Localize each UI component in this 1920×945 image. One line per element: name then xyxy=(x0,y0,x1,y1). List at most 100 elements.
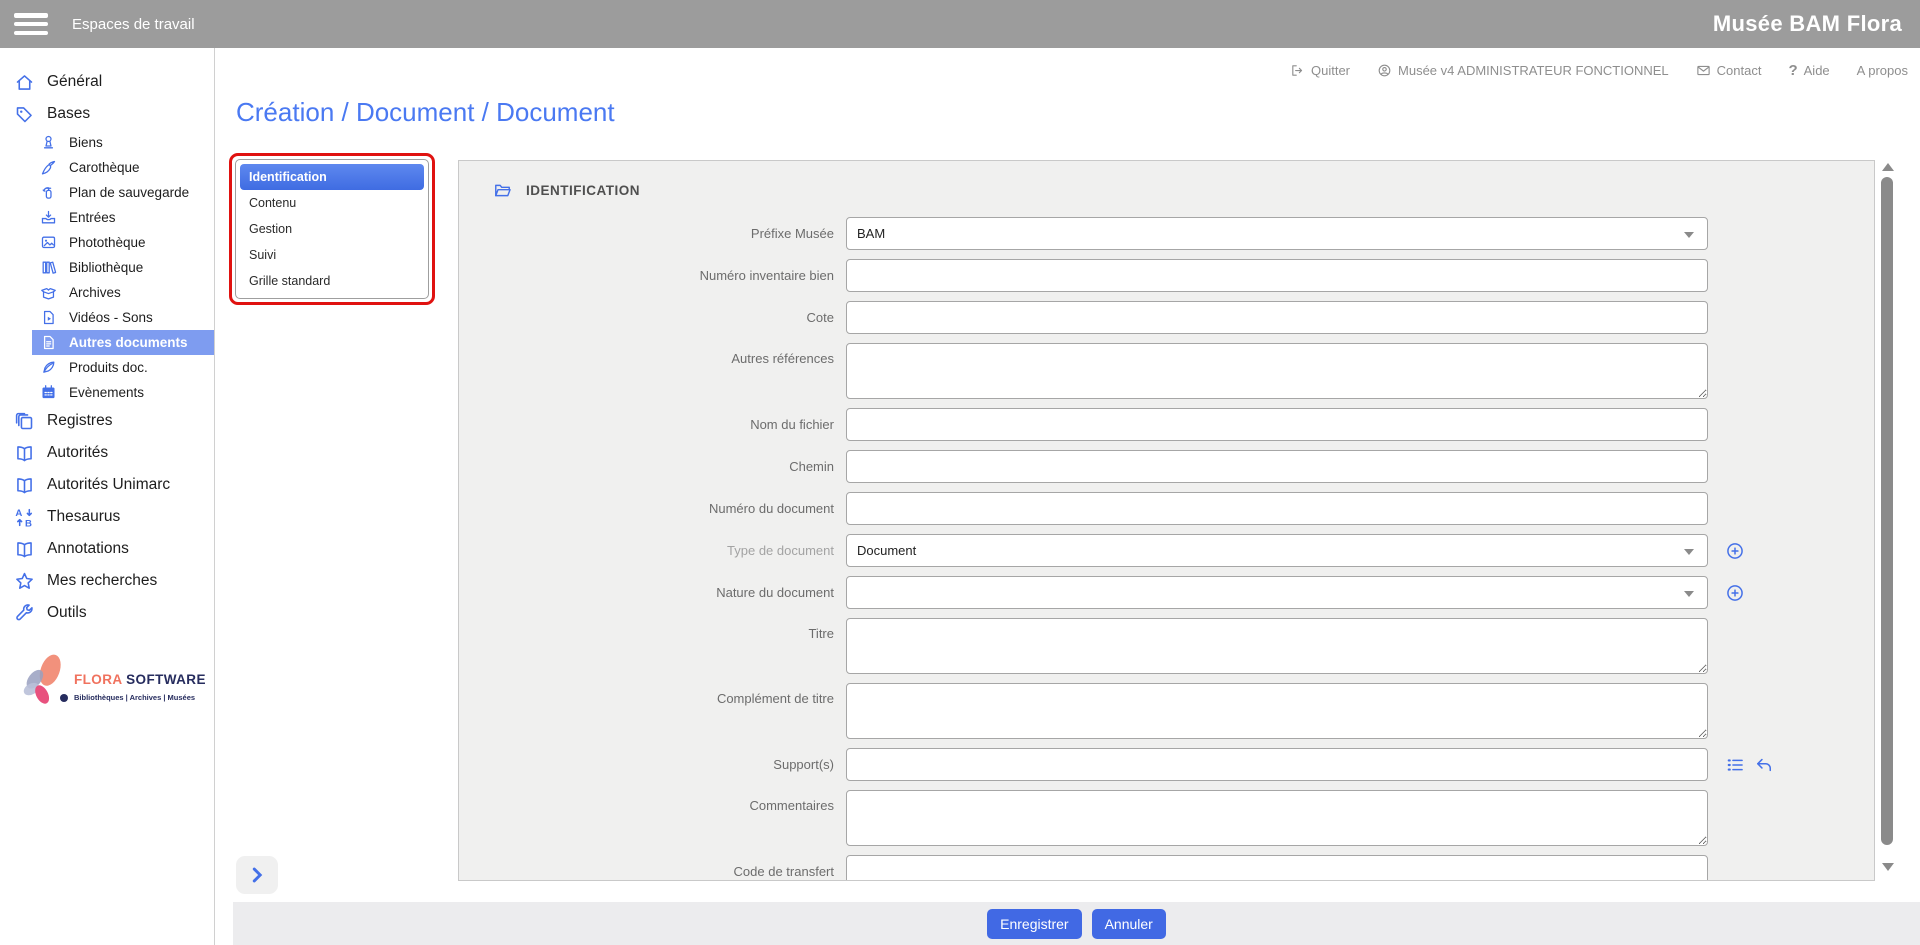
sidebar-item-phototheque[interactable]: Photothèque xyxy=(0,230,214,255)
carrot-icon xyxy=(40,159,57,176)
toolbar-item-a-propos[interactable]: A propos xyxy=(1857,63,1908,78)
sidebar-nav: Général Bases Biens CarothèquePlan de sauve… xyxy=(0,48,214,629)
tab-contenu[interactable]: Contenu xyxy=(240,190,424,216)
field-row-complement-de-titre: Complément de titre xyxy=(459,683,1874,739)
sidebar-item-label: Registres xyxy=(47,412,112,430)
field-textarea-autres-references[interactable] xyxy=(846,343,1708,399)
footer-bar: Enregistrer Annuler xyxy=(233,902,1920,945)
scroll-down-icon[interactable] xyxy=(1882,863,1894,871)
file-lines-icon xyxy=(40,334,57,351)
sidebar-item-outils[interactable]: Outils xyxy=(0,597,214,629)
copies-icon xyxy=(14,411,35,432)
field-row-support-s: Support(s) xyxy=(459,748,1874,781)
undo-button[interactable] xyxy=(1754,755,1774,775)
field-value: BAM xyxy=(857,226,885,241)
topbar: Espaces de travail Musée BAM Flora xyxy=(0,0,1920,48)
field-label-nature-du-document: Nature du document xyxy=(459,585,834,600)
file-play-icon xyxy=(40,309,57,326)
inbox-down-icon xyxy=(40,209,57,226)
logo-tagline: Bibliothèques | Archives | Musées xyxy=(74,693,195,702)
sidebar-item-label: Thesaurus xyxy=(47,508,120,526)
sidebar-item-autorites[interactable]: Autorités xyxy=(0,437,214,469)
field-label-complement-de-titre: Complément de titre xyxy=(459,683,834,706)
sidebar-item-archives[interactable]: Archives xyxy=(0,280,214,305)
field-select-type-de-document[interactable]: Document xyxy=(846,534,1708,567)
vertical-scrollbar[interactable] xyxy=(1880,160,1896,881)
sidebar-item-plan-de-sauvegarde[interactable]: Plan de sauvegarde xyxy=(0,180,214,205)
butterfly-logo-icon xyxy=(16,648,70,714)
save-button[interactable]: Enregistrer xyxy=(987,909,1081,939)
sidebar-item-general[interactable]: Général xyxy=(0,66,214,98)
sort-alpha-icon: AB xyxy=(14,507,35,528)
list-button[interactable] xyxy=(1725,755,1745,775)
scrollbar-thumb[interactable] xyxy=(1881,177,1893,845)
star-icon xyxy=(14,571,35,592)
sidebar-item-label: Entrées xyxy=(69,210,116,225)
toolbar-item-musee-v4-administrateur-fonctionnel[interactable]: Musée v4 ADMINISTRATEUR FONCTIONNEL xyxy=(1377,63,1669,78)
sidebar-item-label: Autorités Unimarc xyxy=(47,476,170,494)
field-textarea-titre[interactable] xyxy=(846,618,1708,674)
sidebar-item-autorites-unimarc[interactable]: Autorités Unimarc xyxy=(0,469,214,501)
cancel-button[interactable]: Annuler xyxy=(1092,909,1166,939)
sidebar-item-label: Biens xyxy=(69,135,103,150)
section-title: IDENTIFICATION xyxy=(526,183,640,198)
sidebar-item-entrees[interactable]: Entrées xyxy=(0,205,214,230)
scroll-up-icon[interactable] xyxy=(1882,163,1894,171)
field-select-nature-du-document[interactable] xyxy=(846,576,1708,609)
field-label-numero-du-document: Numéro du document xyxy=(459,501,834,516)
sidebar-item-annotations[interactable]: Annotations xyxy=(0,533,214,565)
field-input-cote[interactable] xyxy=(846,301,1708,334)
sidebar-item-mes-recherches[interactable]: Mes recherches xyxy=(0,565,214,597)
expand-panel-button[interactable] xyxy=(236,856,278,894)
field-input-chemin[interactable] xyxy=(846,450,1708,483)
chevron-down-icon xyxy=(1684,549,1694,555)
identification-form-panel: IDENTIFICATION Préfixe MuséeBAMNuméro in… xyxy=(458,160,1875,881)
toolbar-item-quitter[interactable]: Quitter xyxy=(1290,63,1350,78)
quill-icon xyxy=(40,359,57,376)
field-row-nature-du-document: Nature du document xyxy=(459,576,1874,609)
field-row-titre: Titre xyxy=(459,618,1874,674)
sidebar-item-produits-doc[interactable]: Produits doc. xyxy=(0,355,214,380)
workspace-label: Espaces de travail xyxy=(72,16,195,33)
sidebar-item-bibliotheque[interactable]: Bibliothèque xyxy=(0,255,214,280)
field-label-support-s: Support(s) xyxy=(459,757,834,772)
sidebar-item-label: Mes recherches xyxy=(47,572,157,590)
tab-identification[interactable]: Identification xyxy=(240,164,424,190)
tab-grille-standard[interactable]: Grille standard xyxy=(240,268,424,294)
sidebar-item-autres-documents[interactable]: Autres documents xyxy=(32,330,214,355)
field-textarea-complement-de-titre[interactable] xyxy=(846,683,1708,739)
sidebar-item-biens[interactable]: Biens xyxy=(0,130,214,155)
envelope-icon xyxy=(1696,63,1711,78)
field-row-numero-du-document: Numéro du document xyxy=(459,492,1874,525)
sidebar-item-thesaurus[interactable]: AB Thesaurus xyxy=(0,501,214,533)
field-input-numero-du-document[interactable] xyxy=(846,492,1708,525)
chevron-down-icon xyxy=(1684,232,1694,238)
sidebar-item-videos-sons[interactable]: Vidéos - Sons xyxy=(0,305,214,330)
field-select-prefixe-musee[interactable]: BAM xyxy=(846,217,1708,250)
exit-icon xyxy=(1290,63,1305,78)
sidebar-item-carotheque[interactable]: Carothèque xyxy=(0,155,214,180)
tab-gestion[interactable]: Gestion xyxy=(240,216,424,242)
hamburger-menu-icon[interactable] xyxy=(14,13,48,35)
field-textarea-commentaires[interactable] xyxy=(846,790,1708,846)
add-type-de-document-button[interactable] xyxy=(1725,541,1745,561)
sidebar-item-label: Bases xyxy=(47,105,90,123)
tab-suivi[interactable]: Suivi xyxy=(240,242,424,268)
sidebar-item-bases[interactable]: Bases xyxy=(0,98,214,130)
field-input-code-de-transfert[interactable] xyxy=(846,855,1708,881)
field-input-support-s[interactable] xyxy=(846,748,1708,781)
add-nature-du-document-button[interactable] xyxy=(1725,583,1745,603)
field-input-nom-du-fichier[interactable] xyxy=(846,408,1708,441)
sidebar-item-label: Outils xyxy=(47,604,87,622)
toolbar-item-aide[interactable]: ?Aide xyxy=(1788,62,1829,79)
home-icon xyxy=(14,72,35,93)
toolbar-item-label: A propos xyxy=(1857,63,1908,78)
sidebar-item-registres[interactable]: Registres xyxy=(0,405,214,437)
sidebar-item-evenements[interactable]: Evènements xyxy=(0,380,214,405)
field-input-numero-inventaire-bien[interactable] xyxy=(846,259,1708,292)
sidebar-item-label: Autres documents xyxy=(69,335,188,350)
toolbar-item-label: Musée v4 ADMINISTRATEUR FONCTIONNEL xyxy=(1398,63,1669,78)
field-row-type-de-document: Type de documentDocument xyxy=(459,534,1874,567)
toolbar-item-contact[interactable]: Contact xyxy=(1696,63,1762,78)
flora-logo: FLORA SOFTWARE Bibliothèques | Archives … xyxy=(10,648,210,738)
